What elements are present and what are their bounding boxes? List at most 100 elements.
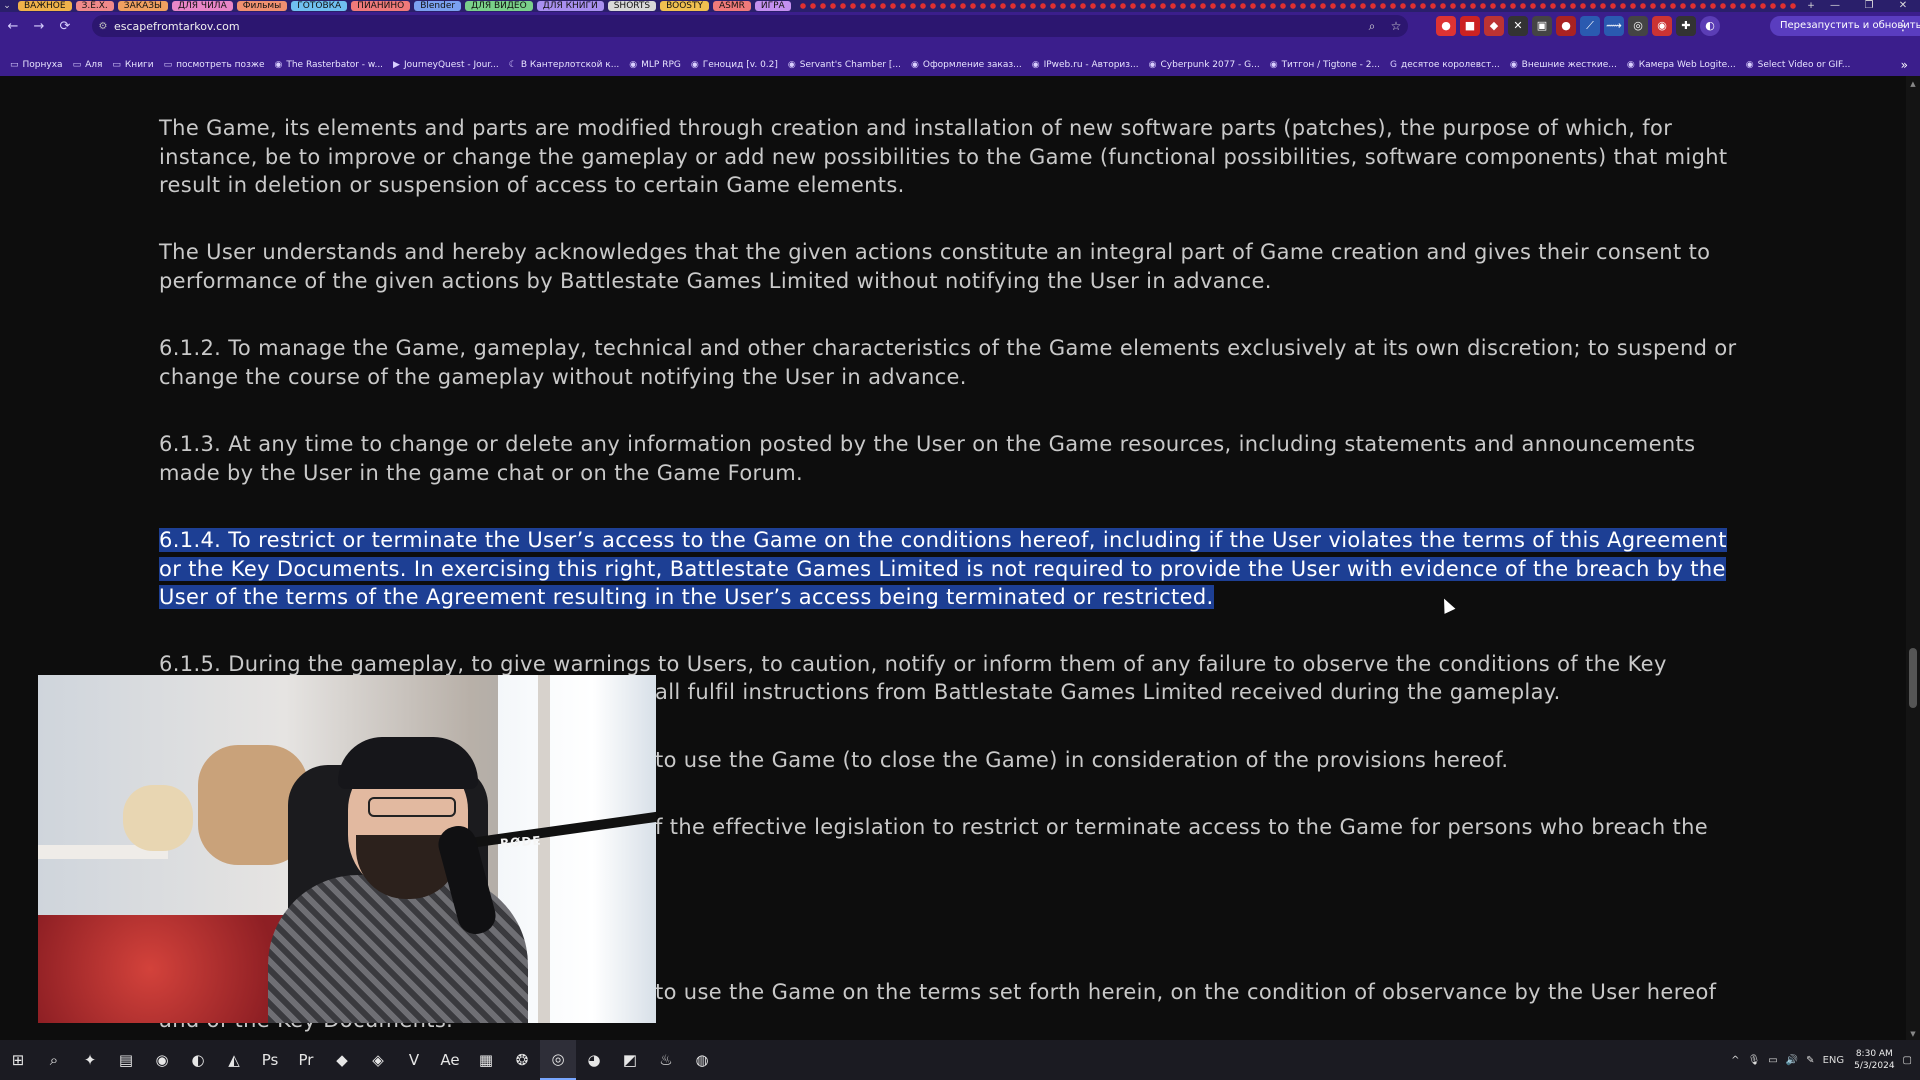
app-icon-11[interactable]: ◍: [684, 1040, 720, 1080]
photoshop-icon[interactable]: Ps: [252, 1040, 288, 1080]
file-explorer-icon[interactable]: ▤: [108, 1040, 144, 1080]
bookmarks-more-icon[interactable]: »: [1901, 54, 1908, 76]
forward-icon[interactable]: →: [26, 19, 52, 34]
discord-icon[interactable]: ◕: [576, 1040, 612, 1080]
pug-figurine: [123, 785, 193, 851]
tab-group[interactable]: ПИАНИНО: [351, 1, 411, 11]
tab-search-icon[interactable]: ⌄: [0, 1, 14, 11]
app-icon-10[interactable]: ◩: [612, 1040, 648, 1080]
extension-icon[interactable]: ✕: [1508, 16, 1528, 36]
scroll-down-icon[interactable]: ▼: [1909, 1030, 1917, 1038]
bookmark-item[interactable]: ▭ Книги: [112, 60, 153, 70]
bookmark-item[interactable]: ◉ Титгон / Tigtone - 2...: [1270, 60, 1380, 70]
search-icon[interactable]: ⌕: [36, 1040, 72, 1080]
tab-group[interactable]: ASMR: [713, 1, 751, 11]
app-icon-7[interactable]: V: [396, 1040, 432, 1080]
notifications-icon[interactable]: ▢: [1903, 1055, 1912, 1066]
app-icon-5[interactable]: ◆: [324, 1040, 360, 1080]
bookmark-star-icon[interactable]: ☆: [1384, 19, 1408, 33]
new-tab-icon[interactable]: +: [1804, 1, 1818, 11]
app-icon-6[interactable]: ◈: [360, 1040, 396, 1080]
selected-text[interactable]: 6.1.4. To restrict or terminate the User…: [159, 528, 1727, 609]
tab-group[interactable]: ЗАКАЗЫ: [117, 1, 168, 11]
chrome-icon[interactable]: ◎: [540, 1040, 576, 1080]
extension-icon[interactable]: ◉: [1652, 16, 1672, 36]
tab-group[interactable]: SHORTS: [607, 1, 657, 11]
back-icon[interactable]: ←: [0, 19, 26, 34]
tab-group[interactable]: З.Ё.Х.: [75, 1, 114, 11]
tab-group[interactable]: ДЛЯ ЧИЛА: [171, 1, 233, 11]
bookmark-item[interactable]: ▭ посмотреть позже: [164, 60, 265, 70]
network-icon[interactable]: ▭: [1768, 1055, 1777, 1066]
reload-icon[interactable]: ⟳: [52, 19, 78, 34]
app-icon-1[interactable]: ✦: [72, 1040, 108, 1080]
bookmark-item[interactable]: ◉ Геноцид [v. 0.2]: [691, 60, 778, 70]
scroll-up-icon[interactable]: ▲: [1909, 80, 1917, 88]
site-info-icon[interactable]: ⚙: [92, 21, 114, 32]
microphone-icon[interactable]: 🎙: [1748, 1055, 1761, 1066]
bookmark-item[interactable]: ◉ Камера Web Logite...: [1627, 60, 1736, 70]
extension-icon[interactable]: ◎: [1628, 16, 1648, 36]
extension-icon[interactable]: ▣: [1532, 16, 1552, 36]
bookmark-item[interactable]: ◉ The Rasterbator - w...: [275, 60, 384, 70]
adblock-icon[interactable]: ◆: [1484, 16, 1504, 36]
bookmark-label: Select Video or GIF...: [1757, 60, 1851, 70]
tab-group[interactable]: Фильмы: [236, 1, 288, 11]
bookmark-item[interactable]: Gдесятое королевст...: [1390, 60, 1500, 70]
tab-group[interactable]: ИГРА: [754, 1, 791, 11]
app-icon-4[interactable]: ◭: [216, 1040, 252, 1080]
bookmark-item[interactable]: ◉ Select Video or GIF...: [1746, 60, 1851, 70]
bookmark-item[interactable]: ▶ JourneyQuest - Jour...: [393, 60, 499, 70]
bookmark-item[interactable]: ◉ Cyberpunk 2077 - G...: [1149, 60, 1260, 70]
bookmark-item[interactable]: ☾ В Кантерлотской к...: [509, 60, 620, 70]
bookmark-item[interactable]: ▭ Аля: [73, 60, 103, 70]
paragraph-6-2: to use the Game on the terms set forth h…: [655, 980, 1717, 1004]
bookmark-item[interactable]: ◉ IPweb.ru - Авториз...: [1032, 60, 1139, 70]
tab-group[interactable]: Blender: [414, 1, 462, 11]
extension-icon[interactable]: ■: [1460, 16, 1480, 36]
browser-menu-icon[interactable]: ⋮: [1896, 16, 1910, 36]
zoom-icon[interactable]: ⌕: [1360, 19, 1384, 34]
tab-group[interactable]: ВАЖНОЕ: [18, 1, 72, 11]
minimize-icon[interactable]: —: [1818, 0, 1852, 12]
bookmark-item[interactable]: ◉ Servant's Chamber [...: [788, 60, 901, 70]
steam-icon[interactable]: ♨: [648, 1040, 684, 1080]
windows-start-icon[interactable]: ⊞: [0, 1040, 36, 1080]
tray-chevron-icon[interactable]: ^: [1731, 1055, 1739, 1066]
bookmark-label: Аля: [85, 60, 103, 70]
tab-group[interactable]: ДЛЯ КНИГИ: [536, 1, 604, 11]
extensions-puzzle-icon[interactable]: ✚: [1676, 16, 1696, 36]
tab-group[interactable]: ГОТОВКА: [291, 1, 348, 11]
extension-icon[interactable]: ⟿: [1604, 16, 1624, 36]
site-icon: ◉: [1509, 60, 1518, 70]
language-indicator[interactable]: ENG: [1823, 1055, 1845, 1066]
page-scrollbar[interactable]: [1906, 76, 1920, 1040]
address-bar[interactable]: ⚙ escapefromtarkov.com ⌕ ☆: [92, 15, 1408, 37]
clock[interactable]: 8:30 AM 5/3/2024: [1854, 1048, 1894, 1072]
app-icon-2[interactable]: ◉: [144, 1040, 180, 1080]
after-effects-icon[interactable]: Ae: [432, 1040, 468, 1080]
app-icon-9[interactable]: ❂: [504, 1040, 540, 1080]
extension-icon[interactable]: ●: [1436, 16, 1456, 36]
close-icon[interactable]: ✕: [1886, 0, 1920, 12]
url-text[interactable]: escapefromtarkov.com: [114, 20, 1360, 33]
pen-icon[interactable]: ✎: [1806, 1055, 1814, 1066]
extension-icon[interactable]: ⟋: [1580, 16, 1600, 36]
bookmark-item[interactable]: ◉ Оформление заказ...: [911, 60, 1022, 70]
tab-group[interactable]: ДЛЯ ВИДЕО: [465, 1, 533, 11]
bookmark-item[interactable]: ▭ Порнуха: [10, 60, 63, 70]
maximize-icon[interactable]: ❐: [1852, 0, 1886, 12]
bookmark-item[interactable]: ◉ MLP RPG: [629, 60, 681, 70]
tab-favicons[interactable]: [798, 2, 1796, 10]
tab-group[interactable]: BOOSTY: [660, 1, 709, 11]
app-icon-8[interactable]: ▦: [468, 1040, 504, 1080]
premiere-icon[interactable]: Pr: [288, 1040, 324, 1080]
volume-icon[interactable]: 🔊: [1786, 1055, 1798, 1066]
moon-icon: ☾: [508, 60, 517, 70]
app-icon-3[interactable]: ◐: [180, 1040, 216, 1080]
profile-avatar[interactable]: ◐: [1700, 16, 1720, 36]
scroll-thumb[interactable]: [1909, 648, 1917, 708]
bookmark-item[interactable]: ◉ Внешние жесткие...: [1510, 60, 1617, 70]
bookmark-label: десятое королевст...: [1401, 60, 1500, 70]
extension-icon[interactable]: ●: [1556, 16, 1576, 36]
